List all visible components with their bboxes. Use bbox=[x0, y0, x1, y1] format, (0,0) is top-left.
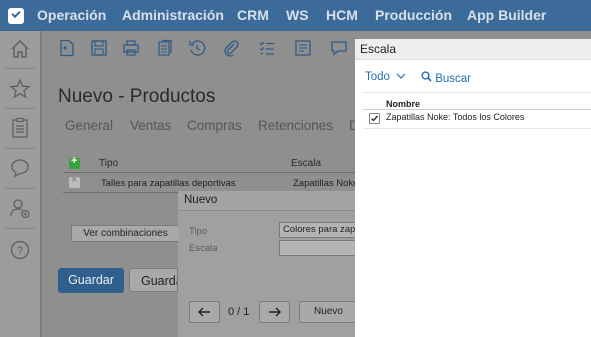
tipo-field-value: Colores para zap bbox=[283, 224, 356, 235]
search-icon bbox=[421, 71, 432, 82]
chat-icon[interactable] bbox=[9, 157, 31, 179]
cell-tipo[interactable]: Talles para zapatillas deportivas bbox=[101, 178, 236, 189]
sidebar-divider bbox=[5, 108, 35, 109]
sidebar: ? bbox=[0, 31, 40, 337]
menu-hcm[interactable]: HCM bbox=[326, 7, 358, 23]
nuevo-button[interactable]: Nuevo bbox=[299, 301, 357, 323]
page-title: Nuevo - Productos bbox=[58, 86, 216, 107]
clipboard-icon[interactable] bbox=[9, 117, 31, 139]
column-header-nombre[interactable]: Nombre bbox=[386, 99, 420, 109]
sidebar-divider bbox=[5, 228, 35, 229]
tab-ventas[interactable]: Ventas bbox=[130, 118, 171, 133]
add-row-button[interactable] bbox=[69, 155, 80, 169]
filter-label: Todo bbox=[365, 71, 390, 83]
arrow-right-icon bbox=[269, 307, 281, 317]
comment-icon[interactable] bbox=[330, 39, 348, 57]
dialog-title: Nuevo bbox=[184, 194, 218, 206]
menu-crm[interactable]: CRM bbox=[237, 7, 269, 23]
menu-administracion[interactable]: Administración bbox=[122, 7, 224, 23]
popup-divider bbox=[363, 92, 591, 93]
popup-title-bar: Escala bbox=[355, 39, 591, 60]
arrow-left-icon bbox=[198, 307, 210, 317]
grid-row-divider bbox=[63, 192, 180, 193]
checkmark-icon bbox=[371, 115, 379, 122]
column-header-tipo[interactable]: Tipo bbox=[99, 158, 118, 169]
sidebar-divider bbox=[5, 148, 35, 149]
report-icon[interactable] bbox=[294, 39, 312, 57]
pager-indicator: 0 / 1 bbox=[228, 306, 250, 318]
previous-button[interactable] bbox=[189, 301, 220, 323]
cell-escala[interactable]: Zapatillas Noke bbox=[293, 178, 358, 189]
home-icon[interactable] bbox=[9, 38, 31, 60]
history-icon[interactable] bbox=[188, 39, 206, 57]
tab-general[interactable]: General bbox=[65, 118, 113, 133]
menu-produccion[interactable]: Producción bbox=[375, 7, 452, 23]
menu-ws[interactable]: WS bbox=[286, 7, 309, 23]
next-button[interactable] bbox=[259, 301, 290, 323]
escala-field[interactable] bbox=[279, 240, 357, 256]
filter-dropdown[interactable]: Todo bbox=[365, 71, 406, 83]
user-add-icon[interactable] bbox=[9, 197, 31, 219]
escala-label: Escala bbox=[189, 243, 218, 254]
app-menu-icon[interactable] bbox=[8, 8, 24, 24]
sidebar-divider bbox=[5, 68, 35, 69]
search-button[interactable]: Buscar bbox=[421, 71, 471, 85]
tab-retenciones[interactable]: Retenciones bbox=[258, 118, 333, 133]
column-header-escala[interactable]: Escala bbox=[291, 158, 321, 169]
grid-header-divider bbox=[63, 172, 358, 173]
menu-app-builder[interactable]: App Builder bbox=[467, 7, 546, 23]
item-label: Zapatillas Noke: Todos los Colores bbox=[386, 112, 525, 122]
dialog-title-bar: Nuevo bbox=[178, 191, 356, 211]
escala-popup: Escala Todo Buscar Nombre Zapatillas Nok… bbox=[355, 39, 591, 337]
nuevo-dialog: Nuevo Tipo Colores para zap Escala 0 / 1… bbox=[178, 191, 357, 337]
top-menu-bar: Operación Administración CRM WS HCM Prod… bbox=[0, 0, 591, 31]
chevron-down-icon bbox=[396, 73, 406, 79]
tab-compras[interactable]: Compras bbox=[187, 118, 242, 133]
list-item[interactable]: Zapatillas Noke: Todos los Colores bbox=[363, 110, 591, 127]
svg-text:?: ? bbox=[17, 245, 23, 257]
view-combinations-button[interactable]: Ver combinaciones bbox=[71, 225, 180, 242]
star-icon[interactable] bbox=[9, 78, 31, 100]
help-icon[interactable]: ? bbox=[9, 239, 31, 261]
save-icon[interactable] bbox=[90, 39, 108, 57]
save-secondary-button[interactable]: Guarda bbox=[129, 268, 178, 292]
tipo-label: Tipo bbox=[189, 226, 208, 237]
sidebar-divider bbox=[5, 188, 35, 189]
copy-icon[interactable] bbox=[156, 39, 174, 57]
print-icon[interactable] bbox=[122, 39, 140, 57]
menu-operacion[interactable]: Operación bbox=[37, 7, 106, 23]
popup-row-divider bbox=[363, 128, 591, 129]
search-label: Buscar bbox=[435, 73, 471, 85]
delete-row-button[interactable] bbox=[69, 174, 80, 188]
popup-title: Escala bbox=[360, 42, 397, 56]
item-checkbox[interactable] bbox=[369, 113, 380, 124]
attach-icon[interactable] bbox=[222, 39, 240, 57]
save-button[interactable]: Guardar bbox=[58, 268, 124, 293]
tipo-field[interactable]: Colores para zap bbox=[279, 222, 357, 238]
new-doc-icon[interactable] bbox=[58, 39, 76, 57]
checklist-icon[interactable] bbox=[258, 39, 276, 57]
